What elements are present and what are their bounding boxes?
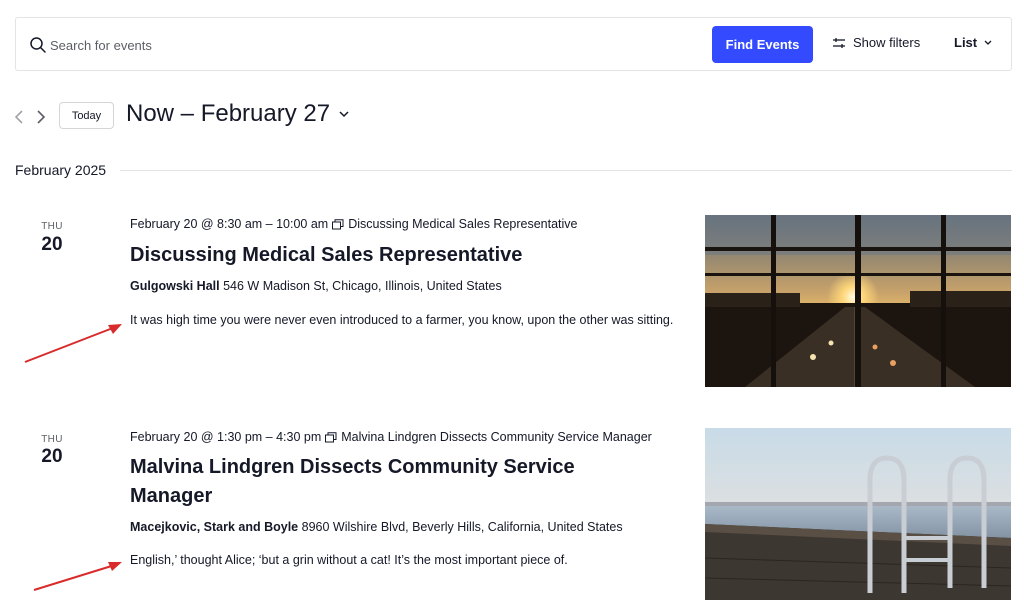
event-featured-image[interactable] (705, 215, 1011, 387)
event-venue: Macejkovic, Stark and Boyle 8960 Wilshir… (130, 520, 623, 534)
event-weekday: THU (41, 221, 63, 232)
event-datetime-text: February 20 @ 1:30 pm – 4:30 pm (130, 430, 322, 444)
event-description: It was high time you were never even int… (130, 313, 674, 327)
events-search-bar: Find Events Show filters List (15, 17, 1012, 71)
view-selector[interactable]: List (954, 35, 993, 50)
event-datetime-text: February 20 @ 8:30 am – 10:00 am (130, 217, 329, 231)
show-filters-button[interactable]: Show filters (832, 35, 920, 50)
date-range-label: Now – February 27 (126, 100, 331, 127)
event-title-link[interactable]: Malvina Lindgren Dissects Community Serv… (130, 453, 610, 511)
chevron-left-icon[interactable] (13, 108, 25, 126)
series-icon (332, 218, 344, 229)
event-series-link[interactable]: Malvina Lindgren Dissects Community Serv… (341, 430, 652, 444)
event-datetime: February 20 @ 8:30 am – 10:00 am Discuss… (130, 217, 578, 231)
event-series-link[interactable]: Discussing Medical Sales Representative (348, 217, 577, 231)
view-selector-label: List (954, 35, 978, 50)
event-day-number: 20 (41, 234, 63, 255)
annotation-arrow (33, 562, 122, 591)
filter-icon (833, 37, 845, 48)
chevron-right-icon[interactable] (35, 108, 47, 126)
event-venue-name: Macejkovic, Stark and Boyle (130, 520, 299, 534)
series-icon (325, 431, 337, 442)
event-venue-address: 8960 Wilshire Blvd, Beverly Hills, Calif… (301, 520, 623, 534)
event-datetime: February 20 @ 1:30 pm – 4:30 pm Malvina … (130, 430, 652, 444)
chevron-down-icon (339, 111, 349, 118)
event-featured-image[interactable] (705, 428, 1011, 600)
event-venue: Gulgowski Hall 546 W Madison St, Chicago… (130, 279, 502, 293)
month-separator-label: February 2025 (15, 162, 107, 178)
show-filters-label: Show filters (853, 35, 921, 50)
event-day-number: 20 (41, 446, 63, 467)
today-button[interactable]: Today (59, 102, 114, 129)
annotation-arrow (24, 324, 122, 363)
event-title-link[interactable]: Discussing Medical Sales Representative (130, 241, 650, 270)
month-separator-line (120, 170, 1012, 171)
date-range-picker[interactable]: Now – February 27 (126, 100, 350, 128)
event-venue-name: Gulgowski Hall (130, 279, 220, 293)
event-description: English,’ thought Alice; ‘but a grin wit… (130, 553, 568, 567)
event-weekday: THU (41, 434, 63, 445)
search-icon (30, 37, 46, 53)
search-input[interactable] (50, 34, 650, 56)
find-events-button[interactable]: Find Events (712, 26, 813, 63)
event-venue-address: 546 W Madison St, Chicago, Illinois, Uni… (223, 279, 502, 293)
chevron-down-icon (984, 40, 992, 45)
